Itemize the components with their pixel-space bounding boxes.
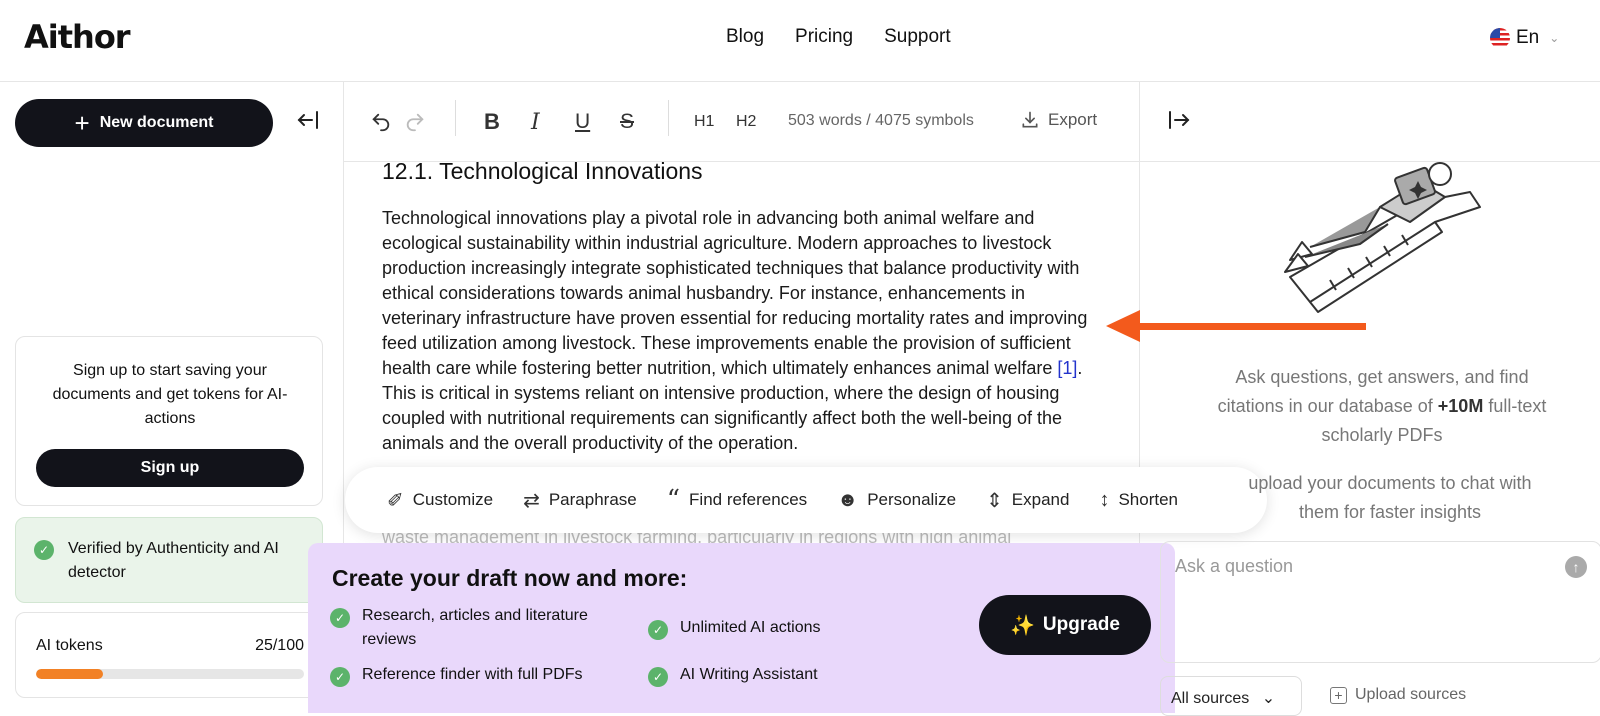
expand-panel-icon[interactable] <box>1167 108 1191 139</box>
ask-question-input[interactable]: Ask a question ↑ <box>1160 541 1600 663</box>
expand-icon: ⇕ <box>986 489 1003 512</box>
new-document-label: New document <box>99 114 214 131</box>
upgrade-button[interactable]: ✨ Upgrade <box>979 595 1151 655</box>
word-count: 503 words / 4075 symbols <box>788 112 974 129</box>
nav-blog[interactable]: Blog <box>726 26 764 48</box>
nav-support[interactable]: Support <box>884 26 951 48</box>
logo[interactable]: Aithor <box>24 18 131 56</box>
promo-title: Create your draft now and more: <box>332 565 688 591</box>
paraphrase-label: Paraphrase <box>548 490 637 509</box>
ask-description-bold: +10M <box>1437 396 1484 416</box>
upload-description: upload your documents to chat with them … <box>1248 473 1532 522</box>
us-flag-icon <box>1490 28 1510 48</box>
personalize-label: Personalize <box>867 490 957 509</box>
export-button[interactable]: Export <box>1020 110 1097 130</box>
ai-tokens-label: AI tokens <box>36 637 103 654</box>
ai-tokens-value: 25/100 <box>255 637 304 654</box>
user-edit-icon: ☻ <box>837 488 859 511</box>
toolbar-separator <box>668 100 669 136</box>
promo-feature-label: Research, articles and literature review… <box>362 607 588 648</box>
promo-feature-label: Reference finder with full PDFs <box>362 666 583 683</box>
document-paragraph[interactable]: Technological innovations play a pivotal… <box>382 206 1107 456</box>
bold-icon[interactable]: B <box>484 82 500 162</box>
strikethrough-icon[interactable]: S <box>620 82 634 162</box>
plus-icon: + <box>74 108 90 138</box>
quote-icon: “ <box>666 485 681 515</box>
lounging-person-illustration <box>1284 162 1481 313</box>
verified-text: Verified by Authenticity and AI detector <box>68 540 279 581</box>
ai-actions-bar: ✐ Customize ⇄ Paraphrase “Find references … <box>345 467 1267 533</box>
plus-square-icon: + <box>1330 686 1347 704</box>
paraphrase-action[interactable]: ⇄ Paraphrase <box>523 488 637 513</box>
ask-description: Ask questions, get answers, and find cit… <box>1214 363 1550 450</box>
promo-feature: ✓ Reference finder with full PDFs <box>330 663 583 687</box>
ask-placeholder: Ask a question <box>1175 556 1294 576</box>
promo-feature-label: AI Writing Assistant <box>680 666 818 683</box>
shorten-action[interactable]: ↕ Shorten <box>1099 489 1178 512</box>
check-icon: ✓ <box>330 667 350 687</box>
upgrade-promo: Create your draft now and more: ✓ Researc… <box>308 543 1175 713</box>
undo-icon[interactable] <box>370 82 392 162</box>
ai-tokens-progress-fill <box>36 669 103 679</box>
sparkles-icon: ✨ <box>1010 614 1035 637</box>
upload-sources-button[interactable]: + Upload sources <box>1330 686 1466 704</box>
promo-feature: ✓ Research, articles and literature revie… <box>330 604 630 652</box>
magic-wand-icon: ✐ <box>387 489 404 512</box>
check-icon: ✓ <box>330 608 350 628</box>
collapse-sidebar-icon[interactable] <box>296 108 320 139</box>
chevron-down-icon: ⌄ <box>1549 31 1560 45</box>
send-arrow-icon[interactable]: ↑ <box>1565 556 1587 578</box>
export-label: Export <box>1048 110 1098 129</box>
nav-pricing[interactable]: Pricing <box>795 26 853 48</box>
customize-label: Customize <box>412 490 494 509</box>
italic-icon[interactable]: I <box>531 82 540 162</box>
find-references-label: Find references <box>689 490 808 509</box>
check-icon: ✓ <box>34 540 54 560</box>
download-icon <box>1022 111 1038 128</box>
all-sources-dropdown[interactable]: All sources ⌄ <box>1160 676 1302 716</box>
language-selector[interactable]: En ⌄ <box>1490 27 1559 49</box>
heading2-button[interactable]: H2 <box>736 82 756 162</box>
shorten-icon: ↕ <box>1099 488 1110 511</box>
language-label: En <box>1516 27 1540 48</box>
orange-arrow-annotation <box>1106 310 1366 342</box>
section-heading[interactable]: 12.1. Technological Innovations <box>382 158 703 185</box>
main-nav: Blog Pricing Support <box>726 26 951 48</box>
signup-button[interactable]: Sign up <box>36 449 304 487</box>
ai-tokens-card: AI tokens 25/100 <box>15 612 323 698</box>
find-references-action[interactable]: “ Find references <box>667 485 807 515</box>
top-header: Aithor Blog Pricing Support En ⌄ <box>0 0 1600 82</box>
promo-feature-label: Unlimited AI actions <box>680 619 821 636</box>
personalize-action[interactable]: ☻ Personalize <box>837 489 956 512</box>
verified-card: ✓ Verified by Authenticity and AI detect… <box>15 517 323 603</box>
signup-card: Sign up to start saving your documents a… <box>15 336 323 506</box>
ai-tokens-progress <box>36 669 304 679</box>
heading1-button[interactable]: H1 <box>694 82 714 162</box>
new-document-button[interactable]: + New document <box>15 99 273 147</box>
paragraph-text-a: Technological innovations play a pivotal… <box>382 208 1088 378</box>
paraphrase-icon: ⇄ <box>523 489 540 512</box>
upgrade-label: Upgrade <box>1042 614 1120 635</box>
underline-icon[interactable]: U <box>575 82 590 162</box>
promo-feature: ✓ Unlimited AI actions <box>648 616 821 640</box>
citation-link[interactable]: [1] <box>1057 358 1077 378</box>
expand-action[interactable]: ⇕ Expand <box>986 488 1069 513</box>
chevron-down-icon: ⌄ <box>1261 690 1276 707</box>
customize-action[interactable]: ✐ Customize <box>387 488 493 513</box>
signup-prompt: Sign up to start saving your documents a… <box>52 362 288 427</box>
toolbar-separator <box>455 100 456 136</box>
check-icon: ✓ <box>648 667 668 687</box>
shorten-label: Shorten <box>1118 490 1179 509</box>
upload-sources-label: Upload sources <box>1355 686 1467 703</box>
promo-feature: ✓ AI Writing Assistant <box>648 663 818 687</box>
expand-label: Expand <box>1011 490 1070 509</box>
check-icon: ✓ <box>648 620 668 640</box>
all-sources-label: All sources <box>1171 690 1250 707</box>
redo-icon[interactable] <box>404 82 426 162</box>
